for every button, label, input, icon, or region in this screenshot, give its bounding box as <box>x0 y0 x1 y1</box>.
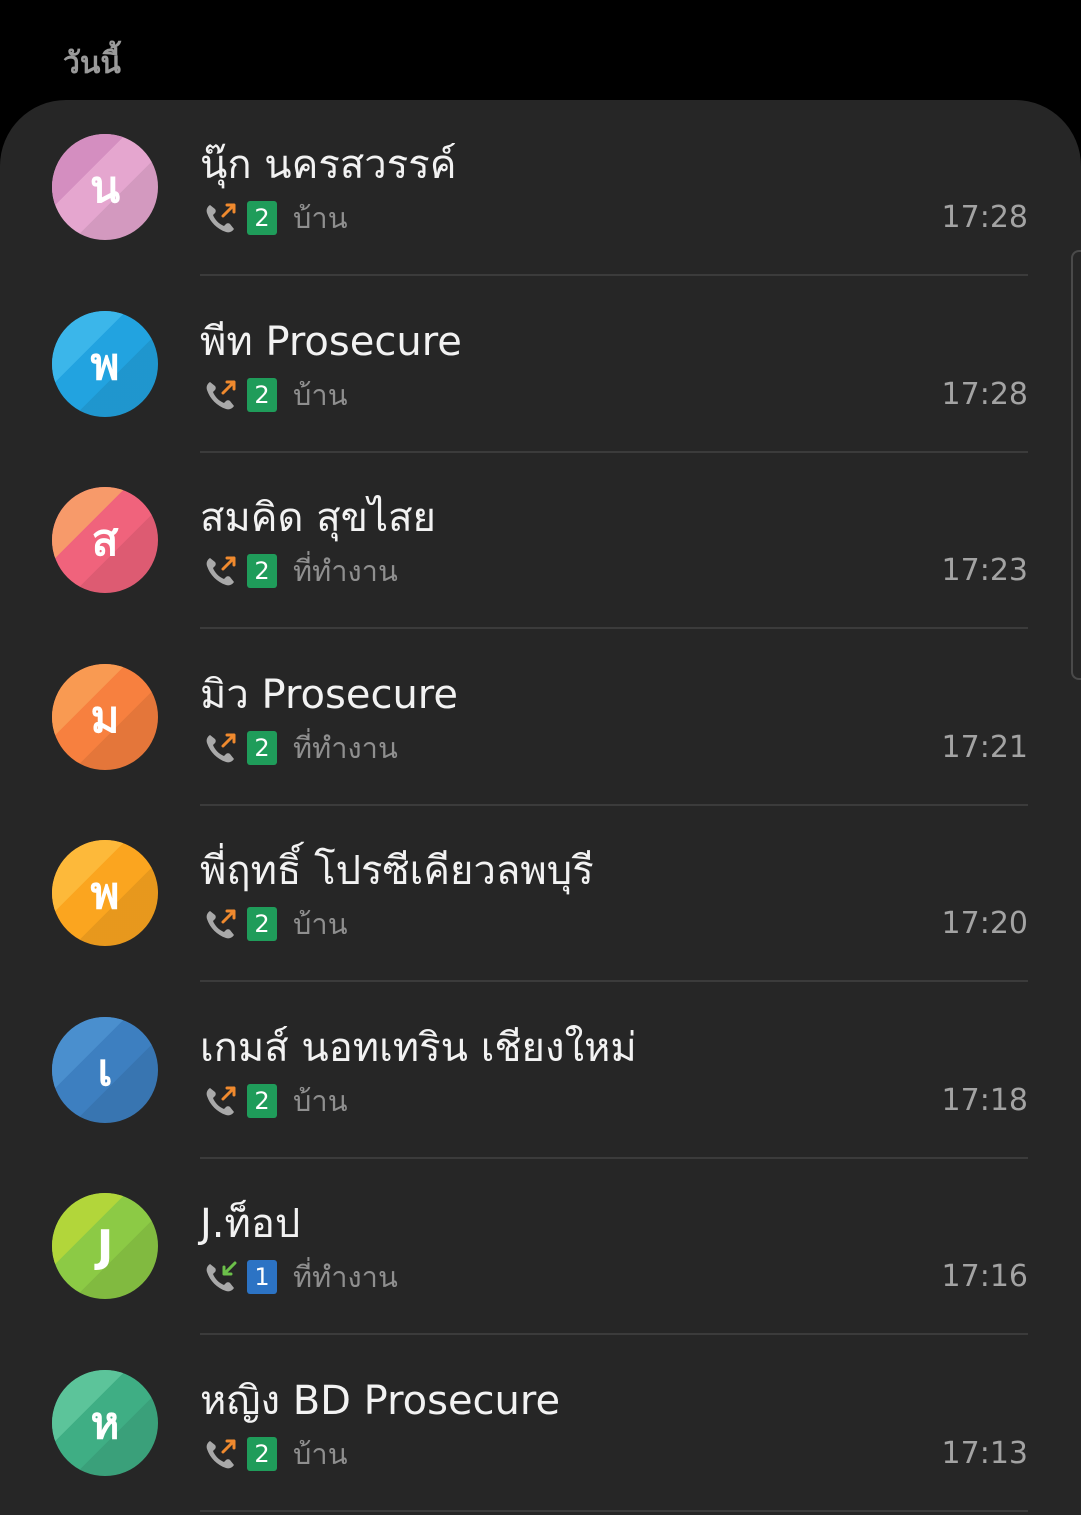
call-log-item[interactable]: ม มิว Prosecure 2 ที่ทำงาน 17:21 <box>0 630 1081 806</box>
outgoing-call-icon <box>203 1083 239 1119</box>
call-log-item[interactable]: พ พี่ฤทธิ์ โปรซีเคียวลพบุรี 2 บ้าน 17:20 <box>0 806 1081 982</box>
call-details: 2 บ้าน <box>203 1434 348 1474</box>
avatar-initial: เ <box>97 1044 113 1096</box>
sim-badge: 2 <box>247 1083 277 1118</box>
avatar-initial: น <box>89 162 121 213</box>
sim-badge: 2 <box>247 554 277 588</box>
call-details: 2 บ้าน <box>203 1081 348 1121</box>
call-log-item[interactable]: ห หญิง BD Prosecure 2 บ้าน 17:13 <box>0 1336 1081 1512</box>
contact-name: สมคิด สุขไสย <box>200 495 436 541</box>
number-type-label: บ้าน <box>293 907 348 941</box>
call-details: 2 ที่ทำงาน <box>203 728 398 768</box>
avatar-initial: ห <box>90 1397 120 1449</box>
call-details: 1 ที่ทำงาน <box>203 1257 398 1297</box>
incoming-call-icon <box>203 1259 239 1295</box>
section-header-today: วันนี้ <box>63 46 121 81</box>
number-type-label: บ้าน <box>293 1436 348 1471</box>
outgoing-call-icon <box>203 730 239 766</box>
call-details: 2 บ้าน <box>203 904 348 944</box>
call-time: 17:28 <box>941 200 1028 235</box>
contact-avatar[interactable]: J <box>52 1193 158 1299</box>
outgoing-call-icon <box>203 553 239 589</box>
call-time: 17:13 <box>941 1435 1028 1471</box>
outgoing-call-icon <box>203 200 239 236</box>
outgoing-call-icon <box>203 906 239 942</box>
contact-name: พี่ฤทธิ์ โปรซีเคียวลพบุรี <box>200 848 594 894</box>
avatar-initial: J <box>96 1220 114 1272</box>
number-type-label: บ้าน <box>293 377 348 412</box>
outgoing-call-icon <box>203 1436 239 1472</box>
sim-badge: 2 <box>247 907 277 941</box>
avatar-initial: ส <box>91 515 119 566</box>
call-time: 17:23 <box>941 553 1028 588</box>
call-details: 2 บ้าน <box>203 375 348 415</box>
call-details: 2 บ้าน <box>203 198 348 238</box>
call-log-list: น นุ๊ก นครสวรรค์ 2 บ้าน 17:28 พ พีท Pros… <box>0 100 1081 1515</box>
sim-badge: 2 <box>247 201 277 235</box>
contact-name: หญิง BD Prosecure <box>200 1377 561 1424</box>
call-log-item[interactable]: น นุ๊ก นครสวรรค์ 2 บ้าน 17:28 <box>0 100 1081 276</box>
contact-name: มิว Prosecure <box>200 671 458 718</box>
number-type-label: ที่ทำงาน <box>293 1260 398 1294</box>
sim-badge: 1 <box>247 1260 277 1294</box>
contact-avatar[interactable]: เ <box>52 1016 158 1123</box>
number-type-label: ที่ทำงาน <box>293 730 398 765</box>
number-type-label: บ้าน <box>293 1083 348 1118</box>
contact-name: นุ๊ก นครสวรรค์ <box>200 142 457 188</box>
contact-avatar[interactable]: พ <box>52 840 158 946</box>
contact-avatar[interactable]: ม <box>52 663 158 770</box>
contact-avatar[interactable]: ห <box>52 1369 158 1476</box>
call-time: 17:20 <box>941 906 1028 941</box>
number-type-label: บ้าน <box>293 201 348 235</box>
contact-avatar[interactable]: น <box>52 134 158 240</box>
call-log-item[interactable]: ส สมคิด สุขไสย 2 ที่ทำงาน 17:23 <box>0 453 1081 629</box>
avatar-initial: พ <box>90 338 120 390</box>
call-time: 17:18 <box>941 1082 1028 1118</box>
call-time: 17:28 <box>941 376 1028 412</box>
call-log-item[interactable]: เ เกมส์ นอทเทริน เชียงใหม่ 2 บ้าน 17:18 <box>0 983 1081 1159</box>
sim-badge: 2 <box>247 730 277 765</box>
avatar-initial: พ <box>90 868 120 919</box>
call-time: 17:16 <box>941 1259 1028 1294</box>
sim-badge: 2 <box>247 1436 277 1471</box>
outgoing-call-icon <box>203 377 239 413</box>
call-log-item[interactable]: J J.ท็อป 1 ที่ทำงาน 17:16 <box>0 1159 1081 1335</box>
avatar-initial: ม <box>90 691 120 743</box>
call-details: 2 ที่ทำงาน <box>203 551 398 591</box>
contact-name: พีท Prosecure <box>200 318 462 365</box>
contact-name: เกมส์ นอทเทริน เชียงใหม่ <box>200 1024 637 1071</box>
contact-avatar[interactable]: พ <box>52 310 158 417</box>
sim-badge: 2 <box>247 377 277 412</box>
call-log-item[interactable]: พ พีท Prosecure 2 บ้าน 17:28 <box>0 277 1081 453</box>
divider <box>200 1509 1028 1512</box>
contact-avatar[interactable]: ส <box>52 487 158 593</box>
call-time: 17:21 <box>941 729 1028 765</box>
number-type-label: ที่ทำงาน <box>293 554 398 588</box>
contact-name: J.ท็อป <box>200 1201 301 1247</box>
